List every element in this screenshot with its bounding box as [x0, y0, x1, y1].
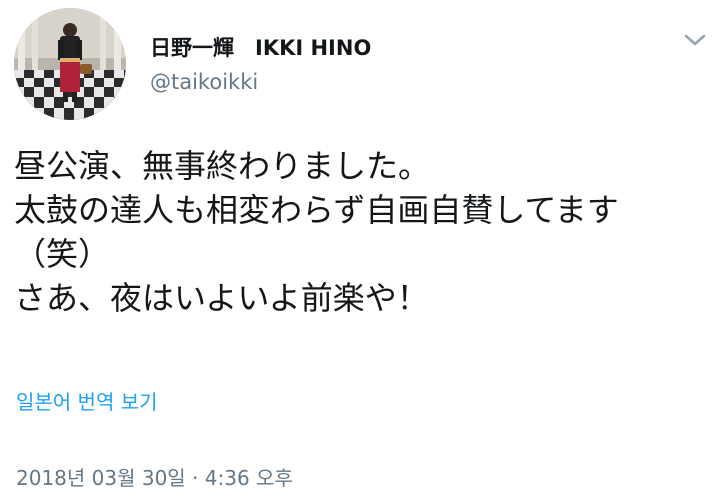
tweet-line: さあ、夜はいよいよ前楽や！ [14, 279, 429, 317]
tweet-line: 昼公演、無事終わりました。 [14, 147, 431, 185]
user-info: 日野一輝 IKKI HINO @taikoikki [150, 34, 371, 96]
tweet-menu-button[interactable] [682, 30, 708, 50]
tweet-card: 日野一輝 IKKI HINO @taikoikki 昼公演、無事終わりました。 … [0, 0, 720, 499]
tweet-text: 昼公演、無事終わりました。 太鼓の達人も相変わらず自画自賛してます （笑） さあ… [14, 144, 714, 320]
translate-tweet-link[interactable]: 일본어 번역 보기 [16, 388, 158, 416]
tweet-line: （笑） [14, 235, 111, 273]
display-name[interactable]: 日野一輝 IKKI HINO [150, 34, 371, 62]
user-handle[interactable]: @taikoikki [150, 68, 371, 96]
tweet-line: 太鼓の達人も相変わらず自画自賛してます [14, 191, 619, 229]
avatar[interactable] [14, 8, 126, 120]
profile-photo-icon [14, 8, 126, 120]
tweet-timestamp[interactable]: 2018년 03월 30일 · 4:36 오후 [16, 464, 293, 492]
chevron-down-icon [684, 34, 706, 46]
